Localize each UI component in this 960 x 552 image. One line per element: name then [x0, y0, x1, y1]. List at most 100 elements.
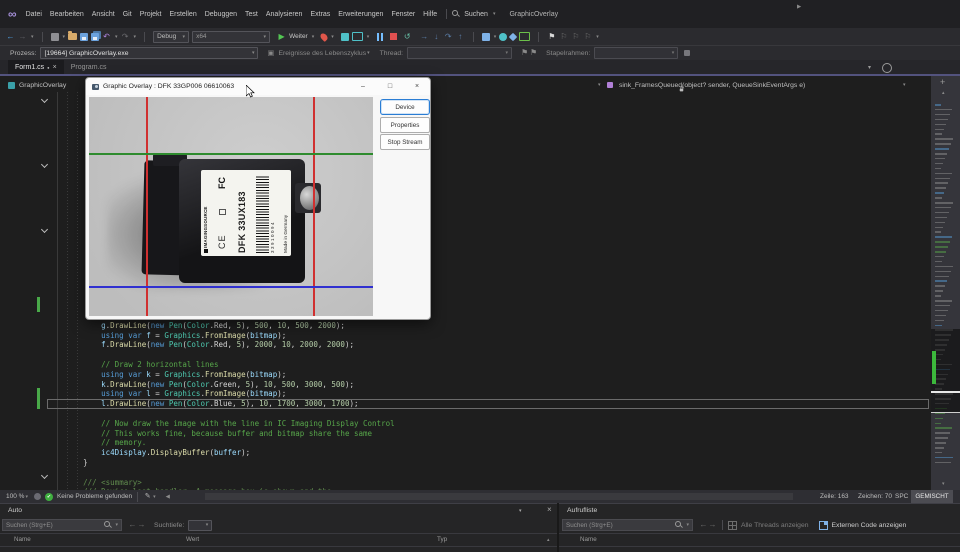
device-button[interactable]: Device — [380, 99, 430, 115]
properties-button[interactable]: Properties — [380, 117, 430, 133]
close-icon[interactable]: × — [547, 505, 552, 514]
code-line[interactable]: // This works fine, because buffer and b… — [47, 429, 929, 439]
back-icon[interactable]: ← — [128, 520, 137, 531]
problems-status[interactable]: Keine Probleme gefunden — [57, 493, 132, 500]
show-all-threads-button[interactable]: Alle Threads anzeigen — [741, 522, 809, 529]
fold-chevron-icon[interactable] — [41, 226, 48, 233]
chevron-down-icon[interactable]: ▾ — [312, 34, 315, 40]
chevron-down-icon[interactable]: ▾ — [134, 34, 137, 40]
stackframe-dropdown[interactable]: ▾ — [594, 47, 678, 59]
search-menu[interactable]: Suchen — [460, 11, 492, 18]
step-into-icon[interactable]: ↓ — [432, 31, 441, 42]
browser-link-icon[interactable] — [352, 32, 363, 41]
redo-icon[interactable]: ↷ — [121, 31, 130, 42]
chevron-down-icon[interactable]: ▾ — [596, 34, 599, 40]
pause-icon[interactable] — [377, 33, 383, 41]
close-icon[interactable]: × — [53, 64, 57, 71]
column-name[interactable]: Name — [14, 536, 31, 543]
code-line[interactable] — [47, 350, 929, 360]
menu-test[interactable]: Test — [241, 11, 262, 18]
performance-icon[interactable] — [519, 32, 530, 41]
continue-play-icon[interactable]: ▶ — [277, 31, 286, 42]
scroll-down-icon[interactable]: ▾ — [942, 481, 945, 487]
bookmark-next-icon[interactable]: ⚐ — [571, 31, 580, 42]
platform-dropdown[interactable]: x64▾ — [192, 31, 270, 43]
solution-config-dropdown[interactable]: Debug▾ — [153, 31, 189, 43]
menu-hilfe[interactable]: Hilfe — [419, 11, 441, 18]
diagnostics-icon[interactable] — [482, 33, 490, 41]
graphic-overlay-window[interactable]: Graphic Overlay : DFK 33GP006 06610063 –… — [85, 77, 431, 320]
code-line[interactable] — [47, 409, 929, 419]
search-icon[interactable] — [452, 10, 460, 18]
forward-icon[interactable]: → — [137, 520, 146, 531]
scroll-up-icon[interactable]: ▴ — [942, 90, 945, 96]
document-well-dropdown-icon[interactable]: ▾ — [868, 64, 871, 71]
overlay-window-titlebar[interactable]: Graphic Overlay : DFK 33GP006 06610063 — [86, 78, 430, 95]
settings-gear-icon[interactable] — [882, 63, 892, 73]
stop-stream-button[interactable]: Stop Stream — [380, 134, 430, 150]
nav-back-icon[interactable]: ← — [6, 31, 15, 42]
fold-chevron-icon[interactable] — [41, 161, 48, 168]
chevron-down-icon[interactable]: ▾ — [115, 34, 118, 40]
chevron-down-icon[interactable]: ▾ — [63, 34, 66, 40]
show-next-statement-icon[interactable]: → — [420, 31, 429, 42]
continue-button[interactable]: Weiter — [289, 33, 308, 40]
back-icon[interactable]: ← — [699, 520, 708, 531]
menu-analysieren[interactable]: Analysieren — [262, 11, 307, 18]
fold-chevron-icon[interactable] — [41, 96, 48, 103]
camera-live-view[interactable]: IMAGINGSOURCE CE FC DFK 33UX183 33910094… — [89, 97, 373, 316]
autos-search-input[interactable]: Suchen (Strg+E) ▾ — [2, 519, 122, 531]
step-out-icon[interactable]: ↑ — [456, 31, 465, 42]
search-depth-dropdown[interactable]: ▾ — [188, 520, 212, 531]
show-external-code-button[interactable]: Externen Code anzeigen — [832, 522, 907, 529]
splitter-plus-icon[interactable]: + — [940, 77, 945, 87]
chevron-down-icon[interactable]: ▾ — [903, 82, 906, 88]
open-folder-icon[interactable] — [68, 33, 77, 40]
flag-icon[interactable]: ⚑ — [520, 48, 529, 59]
menu-projekt[interactable]: Projekt — [136, 11, 166, 18]
code-line[interactable]: f.DrawLine(new Pen(Color.Red, 5), 2000, … — [47, 340, 929, 350]
menu-erweiterungen[interactable]: Erweiterungen — [334, 11, 387, 18]
callstack-search-input[interactable]: Suchen (Strg+E) ▾ — [562, 519, 693, 531]
code-line[interactable]: // Draw 2 horizontal lines — [47, 360, 929, 370]
menu-datei[interactable]: Datei — [22, 11, 46, 18]
scroll-left-icon[interactable]: ◀ — [166, 494, 170, 500]
menu-ansicht[interactable]: Ansicht — [88, 11, 119, 18]
process-dropdown[interactable]: [19664] GraphicOverlay.exe▾ — [40, 47, 258, 59]
menu-git[interactable]: Git — [119, 11, 136, 18]
forward-icon[interactable]: → — [708, 520, 717, 531]
bookmark-clear-icon[interactable]: ⚐ — [583, 31, 592, 42]
thread-dropdown[interactable]: ▾ — [407, 47, 512, 59]
code-line[interactable] — [47, 468, 929, 478]
callstack-panel-header[interactable]: Aufrufliste — [559, 504, 960, 517]
code-line[interactable]: using var f = Graphics.FromImage(bitmap)… — [47, 331, 929, 341]
code-line[interactable]: // memory. — [47, 438, 929, 448]
lifecycle-events-dropdown[interactable]: Ereignisse des Lebenszyklus — [278, 50, 366, 57]
code-line[interactable]: ic4Display.DisplayBuffer(buffer); — [47, 448, 929, 458]
code-line[interactable]: } — [47, 458, 929, 468]
hot-reload-icon[interactable] — [319, 32, 329, 42]
minimap[interactable]: + ▴ ▾ — [931, 76, 960, 490]
tab-programcs[interactable]: Program.cs — [64, 60, 114, 74]
visual-studio-logo-icon[interactable]: ∞ — [8, 0, 17, 28]
chevron-down-icon[interactable]: ▾ — [519, 508, 522, 514]
menu-debuggen[interactable]: Debuggen — [201, 11, 241, 18]
tab-form1cs[interactable]: Form1.cs ● × — [8, 60, 64, 74]
stop-debugging-icon[interactable] — [390, 33, 397, 40]
column-name[interactable]: Name — [580, 536, 597, 543]
chevron-down-icon[interactable]: ▾ — [153, 494, 156, 500]
shield-icon[interactable] — [499, 33, 507, 41]
health-check-icon[interactable]: ✔ — [45, 493, 53, 501]
code-line[interactable]: k.DrawLine(new Pen(Color.Green, 5), 10, … — [47, 380, 929, 390]
bookmark-icon[interactable]: ⚑ — [547, 31, 556, 42]
maximize-icon[interactable]: □ — [381, 80, 399, 93]
pen-edit-icon[interactable]: ✎ — [143, 491, 152, 502]
chevron-down-icon[interactable]: ▾ — [494, 34, 497, 40]
code-line[interactable]: l.DrawLine(new Pen(Color.Blue, 5), 10, 1… — [47, 399, 929, 409]
code-line[interactable]: using var k = Graphics.FromImage(bitmap)… — [47, 370, 929, 380]
minimize-icon[interactable]: – — [354, 80, 372, 93]
new-item-icon[interactable] — [51, 33, 59, 41]
scroll-right-icon[interactable]: ▶ — [797, 0, 801, 13]
menu-fenster[interactable]: Fenster — [387, 11, 419, 18]
code-line[interactable]: using var l = Graphics.FromImage(bitmap)… — [47, 389, 929, 399]
